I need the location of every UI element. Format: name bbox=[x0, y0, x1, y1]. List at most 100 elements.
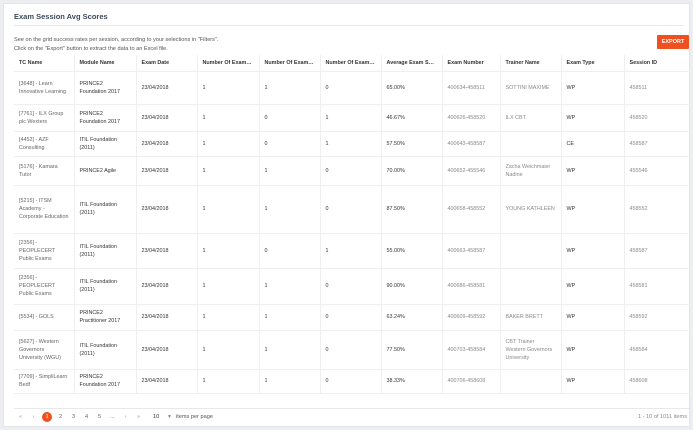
table-cell: 400652-455546 bbox=[442, 156, 501, 186]
table-row[interactable]: [2356] - PEOPLECERT Public Exams ITIL Fou… bbox=[14, 233, 691, 269]
table-cell: 1 bbox=[197, 131, 260, 157]
column-header[interactable]: Exam Type bbox=[561, 55, 625, 72]
table-cell: 400686-458581 bbox=[442, 268, 501, 305]
pagination-bar: « ‹ 1 2 3 4 5 ... › » 10 ▼ items per pag… bbox=[14, 408, 691, 424]
column-header[interactable]: Module Name bbox=[74, 55, 137, 72]
table-cell: 1 bbox=[197, 185, 260, 234]
page-button-1[interactable]: 1 bbox=[42, 411, 52, 422]
page-button-3[interactable]: 3 bbox=[67, 414, 80, 420]
table-cell: ITIL Foundation (2011) bbox=[74, 268, 137, 305]
per-page-label: items per page bbox=[175, 413, 213, 420]
table-cell bbox=[500, 369, 562, 394]
table-row[interactable]: [5215] - ITSM Academy - Corporate Educat… bbox=[14, 185, 691, 234]
column-header[interactable]: Exam Date bbox=[136, 55, 198, 72]
table-cell: 455546 bbox=[624, 156, 691, 186]
panel-title: Exam Session Avg Scores bbox=[14, 12, 108, 21]
table-row[interactable]: [7761] - ILX Group plc Wexters PRINCE2 Fo… bbox=[14, 104, 691, 132]
table-cell: [5215] - ITSM Academy - Corporate Educat… bbox=[14, 185, 75, 234]
last-page-button[interactable]: » bbox=[132, 414, 145, 420]
description-line-1: See on the grid success rates per sessio… bbox=[14, 37, 219, 43]
table-cell: 458608 bbox=[624, 369, 691, 394]
column-header[interactable]: Session ID bbox=[624, 55, 691, 72]
table-cell: 46.67% bbox=[381, 104, 443, 132]
column-header[interactable]: Average Exam Sco... bbox=[381, 55, 443, 72]
page-button-more[interactable]: ... bbox=[106, 414, 119, 420]
page-button-2[interactable]: 2 bbox=[54, 414, 67, 420]
table-row[interactable]: [5176] - Kamara Tutor PRINCE2 Agile 23/04/… bbox=[14, 156, 691, 186]
scores-table: TC Name Module Name Exam Date Number Of Exa… bbox=[14, 55, 691, 394]
prev-page-button[interactable]: ‹ bbox=[27, 414, 40, 420]
table-row[interactable]: [5627] - Western Governors University (W… bbox=[14, 330, 691, 370]
table-cell: [2356] - PEOPLECERT Public Exams bbox=[14, 268, 75, 305]
table-row[interactable]: [4452] - AZF Consulting ITIL Foundation (… bbox=[14, 131, 691, 157]
table-row[interactable]: [2356] - PEOPLECERT Public Exams ITIL Fou… bbox=[14, 268, 691, 305]
table-cell: 400643-458587 bbox=[442, 131, 501, 157]
first-page-button[interactable]: « bbox=[14, 414, 27, 420]
table-cell: 1 bbox=[259, 185, 321, 234]
table-cell: 23/04/2018 bbox=[136, 330, 198, 370]
column-header[interactable]: Number Of Exams ... bbox=[197, 55, 260, 72]
table-cell: 0 bbox=[320, 156, 382, 186]
chevron-down-icon[interactable]: ▼ bbox=[167, 414, 172, 420]
column-header[interactable]: Number Of Exams ... bbox=[320, 55, 382, 72]
table-cell: 1 bbox=[197, 156, 260, 186]
table-cell: 55.00% bbox=[381, 233, 443, 269]
table-cell: 63.24% bbox=[381, 304, 443, 331]
table-body: [3648] - Learn Innovative Learning PRINCE… bbox=[14, 71, 691, 394]
table-cell: 87.50% bbox=[381, 185, 443, 234]
table-cell: [5176] - Kamara Tutor bbox=[14, 156, 75, 186]
table-row[interactable]: [3648] - Learn Innovative Learning PRINCE… bbox=[14, 71, 691, 105]
table-cell: 1 bbox=[197, 304, 260, 331]
table-row[interactable]: [7709] - SimpliLearn Bedf PRINCE2 Foundat… bbox=[14, 369, 691, 394]
page-button-4[interactable]: 4 bbox=[80, 414, 93, 420]
page-button-5[interactable]: 5 bbox=[93, 414, 106, 420]
table-cell: 400706-458608 bbox=[442, 369, 501, 394]
per-page-select[interactable]: 10 bbox=[153, 414, 167, 420]
export-button[interactable]: EXPORT bbox=[657, 35, 689, 49]
table-cell: 77.50% bbox=[381, 330, 443, 370]
table-row[interactable]: [5534] - GOLS PRINCE2 Practitioner 2017 23… bbox=[14, 304, 691, 331]
column-header[interactable]: Trainer Name bbox=[500, 55, 562, 72]
table-cell: SOTTINI MAXIME bbox=[500, 71, 562, 105]
table-cell: 1 bbox=[197, 104, 260, 132]
table-cell: 65.00% bbox=[381, 71, 443, 105]
table-cell: 458520 bbox=[624, 104, 691, 132]
table-cell: 90.00% bbox=[381, 268, 443, 305]
table-cell: WP bbox=[561, 185, 625, 234]
table-cell: PRINCE2 Foundation 2017 bbox=[74, 71, 137, 105]
description-line-2: Click on the "Export" button to extract … bbox=[14, 46, 168, 52]
table-cell: ILX CBT bbox=[500, 104, 562, 132]
table-cell: 1 bbox=[197, 268, 260, 305]
table-cell: 23/04/2018 bbox=[136, 156, 198, 186]
column-header[interactable]: Exam Number bbox=[442, 55, 501, 72]
title-divider bbox=[14, 25, 683, 26]
table-cell: WP bbox=[561, 233, 625, 269]
column-header[interactable]: Number Of Exams ... bbox=[259, 55, 321, 72]
table-cell: 23/04/2018 bbox=[136, 131, 198, 157]
table-cell: 458587 bbox=[624, 233, 691, 269]
table-cell: 1 bbox=[320, 104, 382, 132]
table-cell: [7761] - ILX Group plc Wexters bbox=[14, 104, 75, 132]
column-header[interactable]: TC Name bbox=[14, 55, 75, 72]
table-cell: 0 bbox=[320, 268, 382, 305]
table-cell: 400626-458520 bbox=[442, 104, 501, 132]
table-cell: 400609-458592 bbox=[442, 304, 501, 331]
table-cell: ITIL Foundation (2011) bbox=[74, 131, 137, 157]
table-cell: [2356] - PEOPLECERT Public Exams bbox=[14, 233, 75, 269]
next-page-button[interactable]: › bbox=[119, 414, 132, 420]
table-cell bbox=[500, 268, 562, 305]
table-cell: 400634-458511 bbox=[442, 71, 501, 105]
table-cell bbox=[500, 233, 562, 269]
table-cell: PRINCE2 Practitioner 2017 bbox=[74, 304, 137, 331]
table-cell: 1 bbox=[320, 131, 382, 157]
table-cell: 458584 bbox=[624, 330, 691, 370]
table-cell: 38.33% bbox=[381, 369, 443, 394]
table-cell: [5627] - Western Governors University (W… bbox=[14, 330, 75, 370]
table-cell: 0 bbox=[259, 104, 321, 132]
panel-description: See on the grid success rates per sessio… bbox=[14, 36, 219, 54]
table-cell: PRINCE2 Agile bbox=[74, 156, 137, 186]
table-cell: ITIL Foundation (2011) bbox=[74, 233, 137, 269]
table-cell: 1 bbox=[259, 268, 321, 305]
table-cell: 458587 bbox=[624, 131, 691, 157]
table-cell: 458592 bbox=[624, 304, 691, 331]
